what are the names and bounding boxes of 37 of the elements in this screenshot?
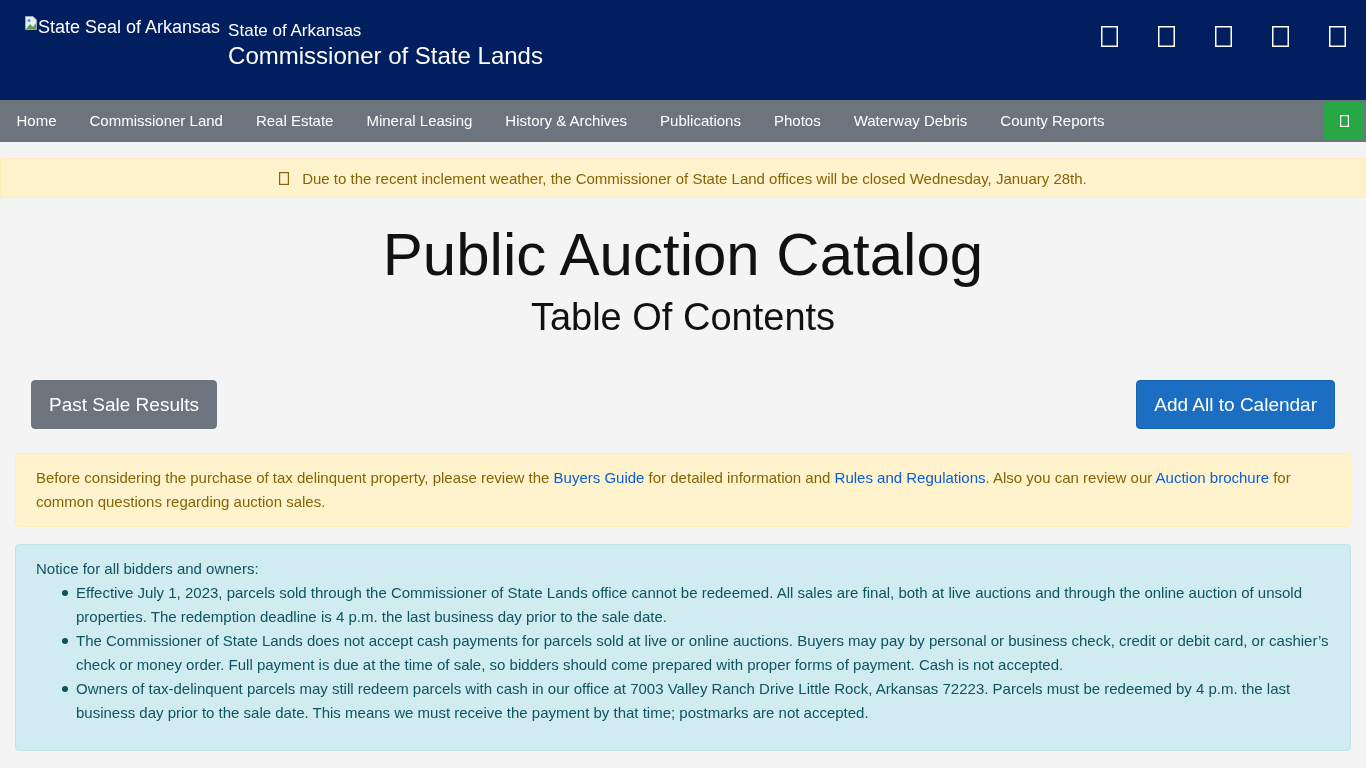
bullet-icon [62, 638, 68, 644]
logo-alt-text[interactable]: State Seal of Arkansas [38, 15, 221, 39]
nav-link[interactable]: Home [0, 100, 73, 142]
notice-heading: Notice for all bidders and owners: [36, 559, 260, 579]
nav-link[interactable]: Mineral Leasing [349, 100, 489, 142]
bullet-icon [62, 686, 68, 692]
missing-glyph-icon[interactable] [1101, 26, 1118, 47]
alert-text: Due to the recent inclement weather, the Commissioner of State Land offices will be closed Wednesday, January 28th. [302, 169, 1087, 187]
buyer-notice-text: Before considering the purchase of tax delinquent property, please review the Buyers Guide for detailed information and Rules and Regulations. Also you can review our Auction brochure for common questions regarding auction sales. [36, 468, 1292, 512]
nav-link[interactable]: History & Archives [488, 100, 644, 142]
inline-link[interactable]: Auction brochure [1155, 469, 1269, 486]
inline-link[interactable]: Rules and Regulations [834, 469, 986, 486]
nav-link[interactable]: Waterway Debris [837, 100, 984, 142]
broken-image-icon [25, 16, 37, 30]
site-title[interactable]: Commissioner of State Lands [228, 41, 543, 71]
nav-link[interactable]: Publications [643, 100, 758, 142]
nav-link[interactable]: County Reports [983, 100, 1121, 142]
notice-item: The Commissioner of State Lands does not accept cash payments for parcels sold at live or online auctions. Buyers may pay by personal or business check, credit or debit card, or cashier’s check or money order. Full payment is due at the time of sale, so bidders should come prepared with proper forms of payment. Cash is not accepted. [76, 631, 1330, 675]
missing-glyph-icon[interactable] [1272, 26, 1289, 47]
bullet-icon [62, 590, 68, 596]
missing-glyph-icon [279, 171, 290, 185]
nav-link[interactable]: Photos [757, 100, 838, 142]
inline-link[interactable]: Buyers Guide [553, 469, 645, 486]
nav-link[interactable]: Real Estate [239, 100, 350, 142]
calendar-button[interactable]: Add All to Calendar [1136, 380, 1335, 429]
nav-icon-button[interactable] [1324, 102, 1364, 140]
page-title: Public Auction Catalog [381, 220, 985, 290]
nav-link[interactable]: Commissioner Land [73, 100, 240, 142]
site-subtitle: State of Arkansas [228, 20, 363, 41]
page-subtitle: Table Of Contents [529, 295, 837, 340]
missing-glyph-icon [1339, 115, 1349, 127]
notice-item: Owners of tax-delinquent parcels may still redeem parcels with cash in our office at 7003 Valley Ranch Drive Little Rock, Arkansas 72223. Parcels must be redeemed by 4 p.m. the last business day prior to the sale date. This means we must receive the payment by that time; postmarks are not accepted. [76, 679, 1292, 723]
results-button[interactable]: Past Sale Results [31, 380, 217, 429]
missing-glyph-icon[interactable] [1329, 26, 1346, 47]
missing-glyph-icon[interactable] [1158, 26, 1175, 47]
notice-item: Effective July 1, 2023, parcels sold through the Commissioner of State Lands office cannot be redeemed. All sales are final, both at live auctions and through the online auction of unsold properties. The redemption deadline is 4 p.m. the last business day prior to the sale date. [76, 583, 1304, 627]
missing-glyph-icon[interactable] [1215, 26, 1232, 47]
